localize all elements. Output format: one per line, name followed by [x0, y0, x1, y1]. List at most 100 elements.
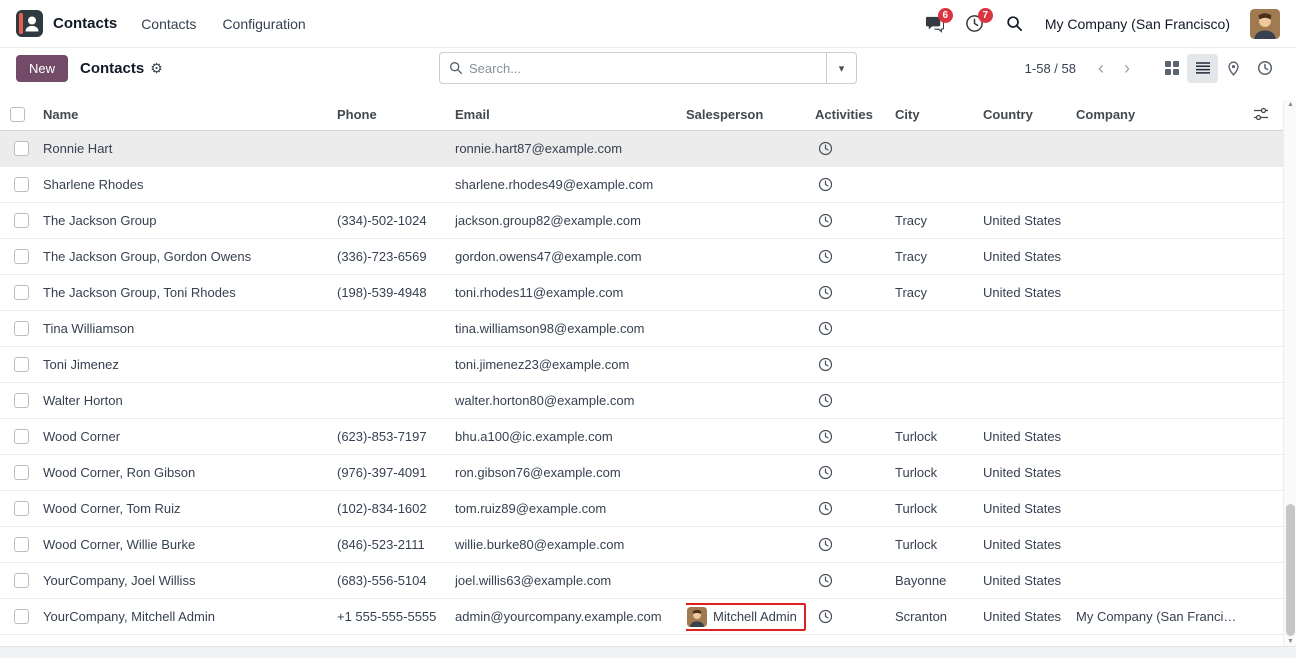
table-row[interactable]: Walter Horton walter.horton80@example.co…: [0, 383, 1283, 419]
horizontal-scrollbar[interactable]: [0, 646, 1296, 658]
map-view-button[interactable]: [1218, 54, 1249, 83]
table-row[interactable]: Tina Williamson tina.williamson98@exampl…: [0, 311, 1283, 347]
schedule-activity-button[interactable]: [818, 465, 833, 480]
cell-country: United States: [983, 285, 1076, 300]
menu-contacts[interactable]: Contacts: [141, 16, 196, 32]
search-bar: ▾: [439, 52, 857, 84]
row-checkbox[interactable]: [14, 249, 29, 264]
table-body: Ronnie Hart ronnie.hart87@example.com: [0, 131, 1283, 635]
control-panel: New Contacts ⚙ ▾ 1-58 / 58 ‹ ›: [0, 48, 1296, 88]
company-switcher[interactable]: My Company (San Francisco): [1045, 16, 1230, 32]
cell-city: Scranton: [895, 609, 983, 624]
scroll-up-icon[interactable]: ▲: [1284, 101, 1296, 108]
row-checkbox[interactable]: [14, 141, 29, 156]
app-name[interactable]: Contacts: [53, 15, 117, 32]
systray-search-button[interactable]: [1005, 14, 1025, 34]
column-header-phone[interactable]: Phone: [337, 107, 455, 122]
table-row[interactable]: The Jackson Group, Gordon Owens (336)-72…: [0, 239, 1283, 275]
cell-country: United States: [983, 465, 1076, 480]
table-row[interactable]: The Jackson Group, Toni Rhodes (198)-539…: [0, 275, 1283, 311]
row-checkbox[interactable]: [14, 573, 29, 588]
action-gear-icon[interactable]: ⚙: [150, 60, 163, 77]
table-row[interactable]: Wood Corner, Willie Burke (846)-523-2111…: [0, 527, 1283, 563]
row-checkbox[interactable]: [14, 429, 29, 444]
search-dropdown-toggle[interactable]: ▾: [826, 53, 856, 83]
column-header-name[interactable]: Name: [43, 107, 337, 122]
table-row[interactable]: Toni Jimenez toni.jimenez23@example.com: [0, 347, 1283, 383]
row-checkbox[interactable]: [14, 465, 29, 480]
messages-button[interactable]: 6: [925, 14, 945, 34]
cell-name: Wood Corner, Willie Burke: [43, 537, 337, 552]
activity-clock-icon: [818, 213, 833, 228]
row-checkbox[interactable]: [14, 285, 29, 300]
schedule-activity-button[interactable]: [818, 177, 833, 192]
row-checkbox[interactable]: [14, 393, 29, 408]
column-header-activities[interactable]: Activities: [815, 107, 895, 122]
cell-country: United States: [983, 537, 1076, 552]
cell-salesperson: Mitchell Admin: [686, 603, 815, 631]
schedule-activity-button[interactable]: [818, 141, 833, 156]
table-row[interactable]: Wood Corner (623)-853-7197 bhu.a100@ic.e…: [0, 419, 1283, 455]
column-header-email[interactable]: Email: [455, 107, 686, 122]
select-all-checkbox[interactable]: [10, 107, 25, 122]
search-input[interactable]: [469, 53, 826, 83]
table-row[interactable]: Wood Corner, Tom Ruiz (102)-834-1602 tom…: [0, 491, 1283, 527]
table-row[interactable]: Sharlene Rhodes sharlene.rhodes49@exampl…: [0, 167, 1283, 203]
schedule-activity-button[interactable]: [818, 573, 833, 588]
schedule-activity-button[interactable]: [818, 609, 833, 624]
column-header-city[interactable]: City: [895, 107, 983, 122]
cell-name: Ronnie Hart: [43, 141, 337, 156]
schedule-activity-button[interactable]: [818, 249, 833, 264]
control-panel-right: 1-58 / 58 ‹ ›: [1025, 54, 1280, 83]
list-icon: [1195, 60, 1211, 76]
cell-email: toni.rhodes11@example.com: [455, 285, 686, 300]
list-view-button[interactable]: [1187, 54, 1218, 83]
row-checkbox[interactable]: [14, 501, 29, 516]
new-button[interactable]: New: [16, 55, 68, 82]
pager-next-button[interactable]: ›: [1116, 59, 1138, 77]
menu-configuration[interactable]: Configuration: [222, 16, 305, 32]
navbar-menu: Contacts Configuration: [141, 16, 306, 32]
column-header-salesperson[interactable]: Salesperson: [686, 107, 815, 122]
row-checkbox[interactable]: [14, 357, 29, 372]
table-row[interactable]: Wood Corner, Ron Gibson (976)-397-4091 r…: [0, 455, 1283, 491]
activity-view-button[interactable]: [1249, 54, 1280, 83]
schedule-activity-button[interactable]: [818, 285, 833, 300]
schedule-activity-button[interactable]: [818, 321, 833, 336]
vertical-scrollbar[interactable]: ▲ ▼: [1283, 100, 1296, 646]
schedule-activity-button[interactable]: [818, 393, 833, 408]
table-row[interactable]: Ronnie Hart ronnie.hart87@example.com: [0, 131, 1283, 167]
cell-phone: (623)-853-7197: [337, 429, 455, 444]
schedule-activity-button[interactable]: [818, 429, 833, 444]
row-checkbox[interactable]: [14, 321, 29, 336]
row-checkbox[interactable]: [14, 213, 29, 228]
kanban-view-button[interactable]: [1156, 54, 1187, 83]
column-header-country[interactable]: Country: [983, 107, 1076, 122]
schedule-activity-button[interactable]: [818, 357, 833, 372]
table-row[interactable]: YourCompany, Mitchell Admin +1 555-555-5…: [0, 599, 1283, 635]
row-checkbox[interactable]: [14, 537, 29, 552]
table-header: Name Phone Email Salesperson Activities …: [0, 98, 1283, 131]
pager-previous-button[interactable]: ‹: [1090, 59, 1112, 77]
optional-columns-button[interactable]: [1247, 106, 1283, 122]
activity-clock-icon: [818, 429, 833, 444]
cell-city: Turlock: [895, 501, 983, 516]
activities-button[interactable]: 7: [965, 14, 985, 34]
schedule-activity-button[interactable]: [818, 501, 833, 516]
column-header-company[interactable]: Company: [1076, 107, 1247, 122]
schedule-activity-button[interactable]: [818, 537, 833, 552]
row-checkbox[interactable]: [14, 609, 29, 624]
user-avatar[interactable]: [1250, 9, 1280, 39]
row-checkbox[interactable]: [14, 177, 29, 192]
table-row[interactable]: YourCompany, Joel Williss (683)-556-5104…: [0, 563, 1283, 599]
vertical-scrollbar-thumb[interactable]: [1286, 504, 1295, 636]
schedule-activity-button[interactable]: [818, 213, 833, 228]
cell-city: Bayonne: [895, 573, 983, 588]
table-row[interactable]: The Jackson Group (334)-502-1024 jackson…: [0, 203, 1283, 239]
cell-phone: (102)-834-1602: [337, 501, 455, 516]
contacts-app-icon[interactable]: [16, 10, 43, 37]
activity-clock-icon: [818, 321, 833, 336]
activity-clock-icon: [818, 393, 833, 408]
activity-clock-icon: [818, 609, 833, 624]
scroll-down-icon[interactable]: ▼: [1284, 638, 1296, 645]
